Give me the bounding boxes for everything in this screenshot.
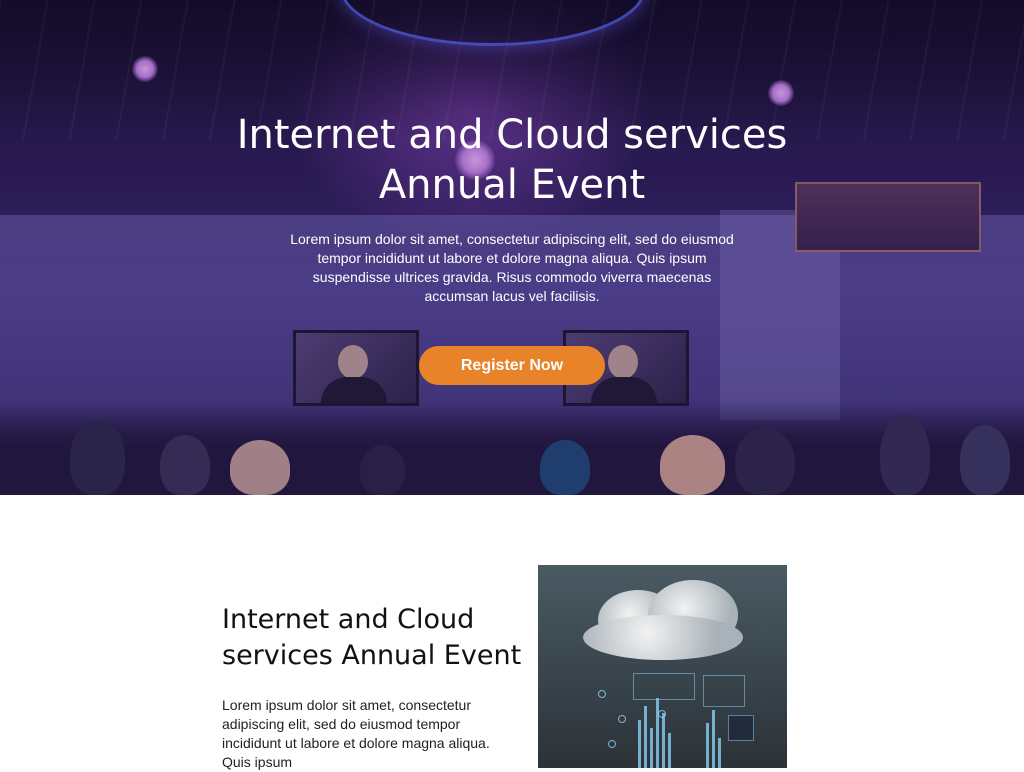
data-node xyxy=(598,690,606,698)
hero-section: Internet and Cloud services Annual Event… xyxy=(0,0,1024,495)
register-now-button[interactable]: Register Now xyxy=(419,346,605,385)
hero-title: Internet and Cloud services Annual Event xyxy=(212,110,812,210)
about-title-line2: services Annual Event xyxy=(222,640,522,671)
data-bar xyxy=(712,710,715,768)
cloud-computing-image xyxy=(538,565,787,768)
data-node xyxy=(608,740,616,748)
data-bar xyxy=(644,706,647,768)
about-title-line1: Internet and Cloud xyxy=(222,604,475,635)
hero-title-line1: Internet and Cloud services xyxy=(236,112,788,158)
data-bar xyxy=(706,723,709,768)
data-bar xyxy=(656,698,659,768)
hero-description: Lorem ipsum dolor sit amet, consectetur … xyxy=(290,231,734,304)
about-title: Internet and Cloud services Annual Event xyxy=(222,602,522,674)
data-bar xyxy=(718,738,721,768)
about-description: Lorem ipsum dolor sit amet, consectetur … xyxy=(222,697,490,770)
data-panel xyxy=(633,673,695,700)
data-bar xyxy=(650,728,653,768)
data-bar xyxy=(662,713,665,768)
data-bar xyxy=(638,720,641,768)
data-panel xyxy=(728,715,754,741)
data-panel xyxy=(703,675,745,707)
hero-title-line2: Annual Event xyxy=(378,162,646,208)
data-bar xyxy=(668,733,671,768)
cloud-shape xyxy=(583,615,743,660)
data-node xyxy=(618,715,626,723)
